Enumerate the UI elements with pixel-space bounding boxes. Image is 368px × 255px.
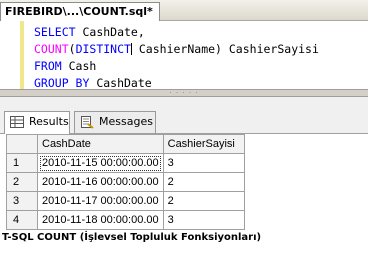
figure-caption: T-SQL COUNT (İşlevsel Topluluk Fonksiyon… <box>2 232 262 243</box>
sql-keyword: SELECT <box>34 25 76 39</box>
results-tab-bar: Results Messages <box>0 97 368 134</box>
editor-tab-strip: FIREBIRD\...\COUNT.sql* <box>0 0 368 21</box>
cell-cashdate[interactable]: 2010-11-18 00:00:00.00 <box>37 210 164 230</box>
table-row[interactable]: 3 2010-11-17 00:00:00.00 2 <box>6 191 245 211</box>
table-row[interactable]: 2 2010-11-16 00:00:00.00 2 <box>6 172 245 192</box>
row-number[interactable]: 1 <box>6 153 38 173</box>
sql-keyword: FROM <box>34 59 62 73</box>
sql-keyword: GROUP BY <box>34 76 90 90</box>
tab-results[interactable]: Results <box>4 111 70 134</box>
sql-text: CashDate, <box>75 25 145 39</box>
sql-code[interactable]: SELECT CashDate, COUNT(DISTINCT CashierNa… <box>34 24 319 92</box>
column-header-cashdate[interactable]: CashDate <box>37 134 164 154</box>
editor-tab-count-sql[interactable]: FIREBIRD\...\COUNT.sql* <box>0 2 160 21</box>
results-pane: Results Messages CashDate CashierSayisi <box>0 97 368 255</box>
change-tracking-margin <box>20 21 24 89</box>
results-table: CashDate CashierSayisi 1 2010-11-15 00:0… <box>6 134 245 230</box>
messages-icon <box>81 116 94 129</box>
cell-cashiersayisi[interactable]: 3 <box>162 153 245 173</box>
table-row[interactable]: 1 2010-11-15 00:00:00.00 3 <box>6 153 245 173</box>
cell-cashdate[interactable]: 2010-11-17 00:00:00.00 <box>37 191 164 211</box>
column-header-cashiersayisi[interactable]: CashierSayisi <box>162 134 245 154</box>
cell-cashdate[interactable]: 2010-11-15 00:00:00.00 <box>37 153 164 173</box>
grid-corner[interactable] <box>6 134 38 154</box>
sql-editor[interactable]: SELECT CashDate, COUNT(DISTINCT CashierNa… <box>0 21 368 92</box>
cell-cashiersayisi[interactable]: 2 <box>162 191 245 211</box>
tab-messages-label: Messages <box>99 115 153 128</box>
sql-text: CashDate <box>89 76 152 90</box>
sql-text: ( <box>68 42 76 56</box>
sql-function: COUNT <box>34 42 69 56</box>
cell-cashdate[interactable]: 2010-11-16 00:00:00.00 <box>37 172 164 192</box>
tab-messages[interactable]: Messages <box>74 111 156 133</box>
results-grid-icon <box>10 116 24 128</box>
table-header-row: CashDate CashierSayisi <box>6 134 245 154</box>
pane-splitter[interactable]: · · · · · <box>0 89 368 97</box>
cell-cashiersayisi[interactable]: 3 <box>162 210 245 230</box>
row-number[interactable]: 3 <box>6 191 38 211</box>
code-line[interactable]: SELECT CashDate, <box>34 24 319 41</box>
sql-keyword: DISTINCT <box>75 42 131 56</box>
code-line[interactable]: COUNT(DISTINCT CashierName) CashierSayis… <box>34 41 319 58</box>
sql-text: Cash <box>61 59 97 73</box>
row-number[interactable]: 4 <box>6 210 38 230</box>
splitter-grip-icon: · · · · · <box>169 89 199 97</box>
table-row[interactable]: 4 2010-11-18 00:00:00.00 3 <box>6 210 245 230</box>
tab-results-label: Results <box>29 115 69 128</box>
sql-text: CashierName) CashierSayisi <box>131 42 319 56</box>
cell-cashiersayisi[interactable]: 2 <box>162 172 245 192</box>
code-line[interactable]: FROM Cash <box>34 58 319 75</box>
row-number[interactable]: 2 <box>6 172 38 192</box>
